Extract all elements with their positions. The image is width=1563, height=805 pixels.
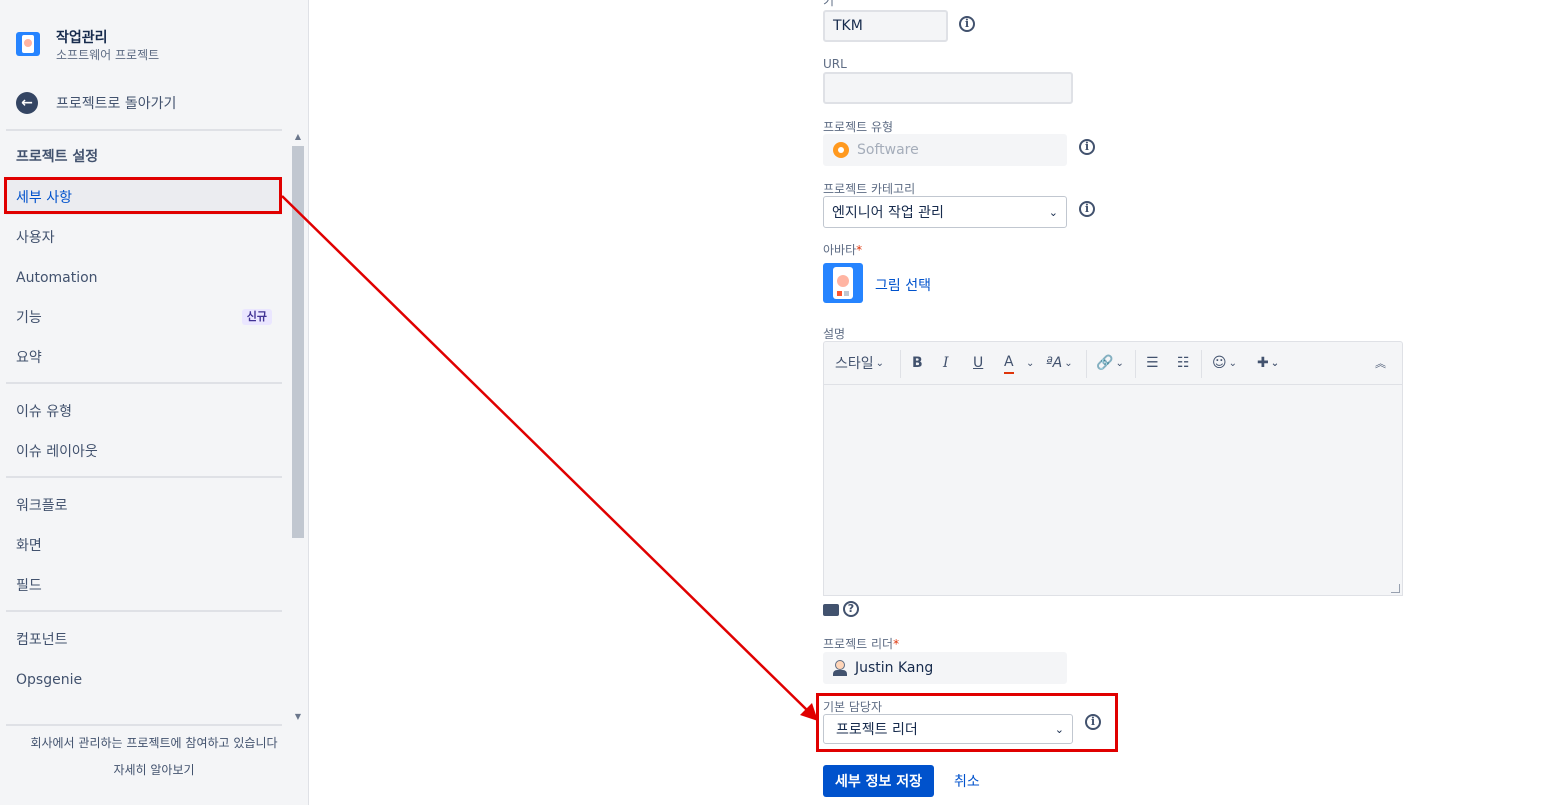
annotation-arrow [281, 195, 818, 721]
